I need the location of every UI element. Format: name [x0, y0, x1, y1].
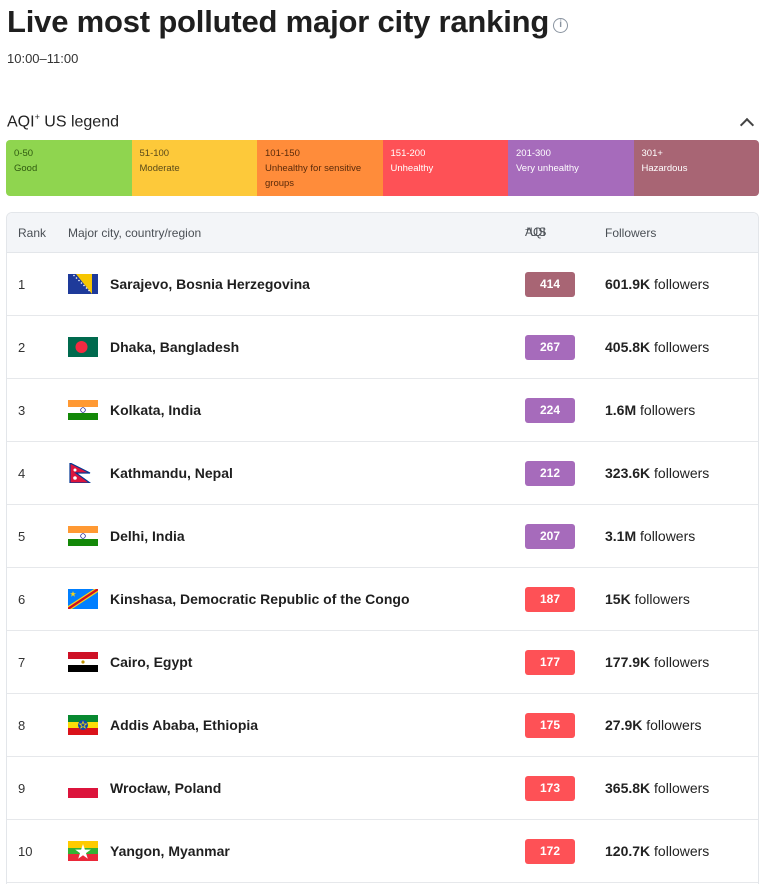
time-range: 10:00–11:00 [7, 51, 79, 66]
aqi-badge: 267 [525, 334, 575, 360]
aqi-badge: 212 [525, 460, 575, 486]
bangladesh-flag-icon [68, 337, 98, 357]
rank-cell: 4 [18, 465, 26, 481]
rank-cell: 10 [18, 843, 33, 859]
city-link[interactable]: Cairo, Egypt [110, 654, 192, 670]
rank-cell: 9 [18, 780, 26, 796]
followers-cell: 601.9K followers [605, 276, 710, 292]
table-row[interactable]: 5 Delhi, India 207 3.1M followers [7, 505, 758, 568]
table-row[interactable]: 9 Wrocław, Poland 173 365.8K followers [7, 757, 758, 820]
city-link[interactable]: Kathmandu, Nepal [110, 465, 233, 481]
table-row[interactable]: 4 Kathmandu, Nepal 212 323.6K followers [7, 442, 758, 505]
followers-cell: 3.1M followers [605, 528, 696, 544]
page-header: Live most polluted major city ranking i [7, 4, 569, 40]
india-flag-icon [68, 400, 98, 420]
legend-segment: 51-100 Moderate [131, 140, 257, 196]
followers-cell: 177.9K followers [605, 654, 710, 670]
legend-segment: 101-150 Unhealthy for sensitive groups [257, 140, 383, 196]
rank-cell: 6 [18, 591, 26, 607]
aqi-badge: 173 [525, 775, 575, 801]
info-icon[interactable]: i [553, 17, 569, 33]
aqi-badge: 207 [525, 523, 575, 549]
rank-cell: 2 [18, 339, 26, 355]
followers-header: Followers [605, 225, 657, 240]
table-row[interactable]: 1 Sarajevo, Bosnia Herzegovina 414 601.9K f… [7, 253, 758, 316]
india-flag-icon [68, 526, 98, 546]
city-link[interactable]: Addis Ababa, Ethiopia [110, 717, 258, 733]
city-link[interactable]: Kinshasa, Democratic Republic of the Con… [110, 591, 410, 607]
city-link[interactable]: Wrocław, Poland [110, 780, 221, 796]
city-link[interactable]: Dhaka, Bangladesh [110, 339, 239, 355]
egypt-flag-icon [68, 652, 98, 672]
chevron-up-icon[interactable] [739, 117, 755, 132]
page-title: Live most polluted major city ranking [7, 4, 550, 39]
ranking-table: Rank Major city, country/region AQI + US … [6, 212, 759, 884]
table-row[interactable]: 10 Yangon, Myanmar 172 120.7K followers [7, 820, 758, 883]
poland-flag-icon [68, 778, 98, 798]
followers-cell: 323.6K followers [605, 465, 710, 481]
legend-segment: 151-200 Unhealthy [382, 140, 508, 196]
drc-flag-icon [68, 589, 98, 609]
rank-cell: 8 [18, 717, 26, 733]
nepal-flag-icon [68, 463, 98, 483]
legend-segment: 201-300 Very unhealthy [508, 140, 634, 196]
aqi-badge: 414 [525, 271, 575, 297]
aqi-badge: 172 [525, 838, 575, 864]
legend-segment: 0-50 Good [6, 140, 132, 196]
table-row[interactable]: 3 Kolkata, India 224 1.6M followers [7, 379, 758, 442]
bosnia-flag-icon [68, 274, 98, 294]
followers-cell: 405.8K followers [605, 339, 710, 355]
city-link[interactable]: Delhi, India [110, 528, 185, 544]
rank-cell: 3 [18, 402, 26, 418]
table-row[interactable]: 6 Kinshasa, Democratic Republic of the Co… [7, 568, 758, 631]
table-row[interactable]: 8 Addis Ababa, Ethiopia 175 27.9K followers [7, 694, 758, 757]
legend-header[interactable]: AQI+ US legend [7, 111, 756, 133]
aqi-badge: 175 [525, 712, 575, 738]
table-row[interactable]: 7 Cairo, Egypt 177 177.9K followers [7, 631, 758, 694]
followers-cell: 1.6M followers [605, 402, 696, 418]
table-header: Rank Major city, country/region AQI + US … [7, 213, 758, 253]
table-row[interactable]: 2 Dhaka, Bangladesh 267 405.8K followers [7, 316, 758, 379]
aqi-badge: 224 [525, 397, 575, 423]
aqi-legend: 0-50 Good 51-100 Moderate 101-150 Unhealthy… [6, 140, 759, 196]
rank-header: Rank [18, 225, 47, 240]
aqi-header: AQI + US [525, 225, 547, 239]
ethiopia-flag-icon [68, 715, 98, 735]
rank-cell: 5 [18, 528, 26, 544]
followers-cell: 120.7K followers [605, 843, 710, 859]
legend-segment: 301+ Hazardous [633, 140, 759, 196]
rank-cell: 1 [18, 276, 26, 292]
rank-cell: 7 [18, 654, 26, 670]
city-link[interactable]: Yangon, Myanmar [110, 843, 230, 859]
followers-cell: 15K followers [605, 591, 690, 607]
myanmar-flag-icon [68, 841, 98, 861]
city-link[interactable]: Sarajevo, Bosnia Herzegovina [110, 276, 310, 292]
followers-cell: 27.9K followers [605, 717, 702, 733]
followers-cell: 365.8K followers [605, 780, 710, 796]
aqi-badge: 177 [525, 649, 575, 675]
city-header: Major city, country/region [68, 225, 202, 240]
aqi-badge: 187 [525, 586, 575, 612]
legend-title: AQI+ US legend [7, 112, 119, 131]
city-link[interactable]: Kolkata, India [110, 402, 201, 418]
